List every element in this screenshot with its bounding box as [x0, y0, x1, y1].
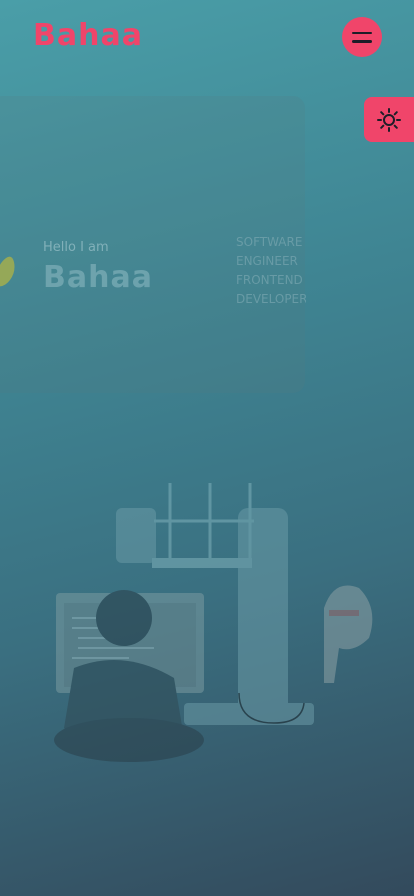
hamburger-icon-line [352, 40, 372, 43]
developer-illustration [54, 483, 373, 762]
role-line: DEVELOPER [236, 292, 306, 306]
sun-icon [377, 107, 401, 132]
waving-hand-icon [0, 256, 15, 287]
role-line: SOFTWARE [236, 235, 303, 249]
hero-roles: SOFTWARE ENGINEER FRONTEND DEVELOPER [236, 233, 306, 309]
role-line: ENGINEER [236, 254, 298, 268]
hero-greeting: Hello I am [43, 240, 109, 255]
hero-name: Bahaa [43, 260, 153, 295]
hamburger-icon [352, 31, 372, 34]
site-logo[interactable]: Bahaa [33, 18, 143, 53]
menu-button[interactable] [342, 17, 382, 57]
theme-toggle-button[interactable] [364, 97, 414, 142]
role-line: FRONTEND [236, 273, 303, 287]
